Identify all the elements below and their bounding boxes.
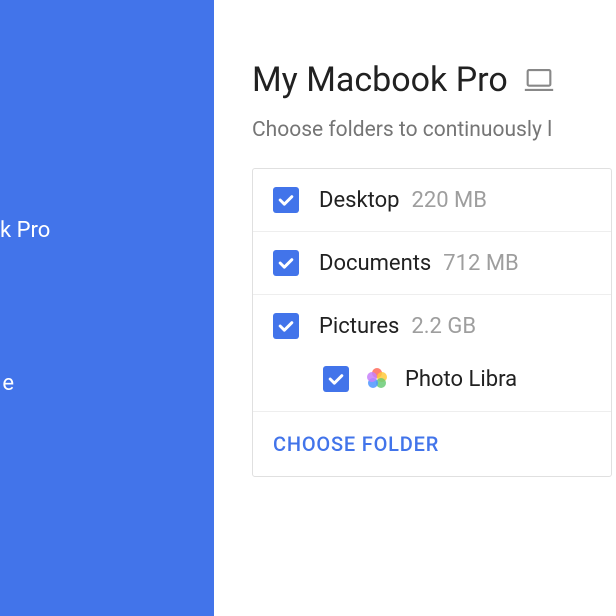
folder-info: Pictures 2.2 GB bbox=[319, 314, 476, 339]
sidebar-item-label: e bbox=[2, 371, 14, 396]
sidebar-item-device[interactable]: k Pro bbox=[0, 200, 214, 261]
folder-size: 712 MB bbox=[443, 251, 518, 276]
checkbox-desktop[interactable] bbox=[273, 187, 299, 213]
folder-name: Desktop bbox=[319, 188, 400, 213]
folder-size: 220 MB bbox=[412, 188, 487, 213]
sidebar-item-label: k Pro bbox=[0, 218, 50, 243]
page-title: My Macbook Pro bbox=[252, 60, 616, 100]
folder-subrow-photo-library[interactable]: Photo Libra bbox=[253, 347, 611, 412]
folder-list-card: Desktop 220 MB Documents 712 MB bbox=[252, 168, 612, 477]
photos-app-icon bbox=[363, 365, 391, 393]
subfolder-name: Photo Libra bbox=[405, 367, 517, 392]
folder-size: 2.2 GB bbox=[411, 314, 476, 339]
folder-row-pictures[interactable]: Pictures 2.2 GB bbox=[253, 295, 611, 347]
choose-folder-button[interactable]: CHOOSE FOLDER bbox=[253, 412, 611, 476]
folder-row-desktop[interactable]: Desktop 220 MB bbox=[253, 169, 611, 232]
folder-row-documents[interactable]: Documents 712 MB bbox=[253, 232, 611, 295]
sidebar-item-other[interactable]: e bbox=[0, 353, 214, 414]
laptop-icon bbox=[522, 63, 556, 97]
folder-info: Documents 712 MB bbox=[319, 251, 519, 276]
page-subtitle: Choose folders to continuously l bbox=[252, 118, 616, 142]
sidebar: k Pro e bbox=[0, 0, 214, 616]
folder-info: Desktop 220 MB bbox=[319, 188, 487, 213]
checkbox-documents[interactable] bbox=[273, 250, 299, 276]
checkbox-pictures[interactable] bbox=[273, 313, 299, 339]
main-panel: My Macbook Pro Choose folders to continu… bbox=[214, 0, 616, 616]
checkbox-photo-library[interactable] bbox=[323, 366, 349, 392]
folder-name: Documents bbox=[319, 251, 431, 276]
page-title-text: My Macbook Pro bbox=[252, 60, 508, 100]
folder-name: Pictures bbox=[319, 314, 399, 339]
